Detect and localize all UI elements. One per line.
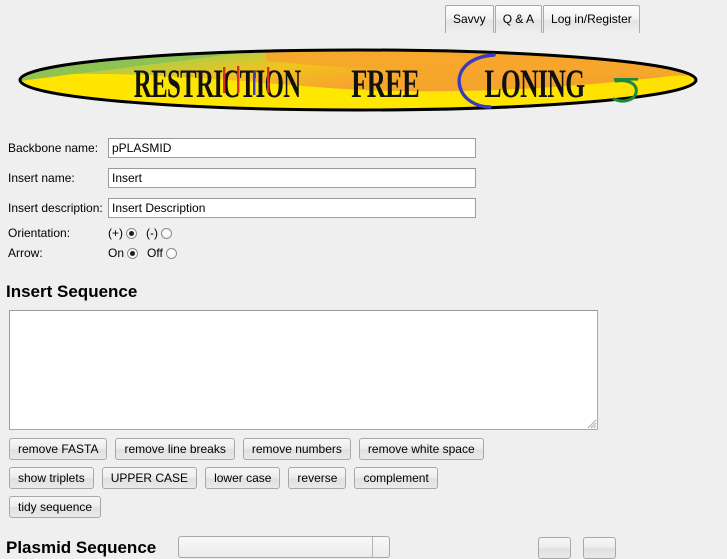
clone-parameters-form: Backbone name: Insert name: Insert descr… (0, 133, 727, 263)
top-navigation: Savvy Q & A Log in/Register (445, 5, 640, 33)
show-triplets-button[interactable]: show triplets (9, 467, 94, 489)
arrow-on-label: On (108, 246, 125, 260)
svg-text:FREE: FREE (351, 63, 419, 107)
nav-login-register[interactable]: Log in/Register (543, 5, 640, 33)
orientation-label: Orientation: (8, 226, 71, 240)
remove-white-space-button[interactable]: remove white space (358, 438, 484, 460)
remove-line-breaks-button[interactable]: remove line breaks (115, 438, 235, 460)
orientation-minus-radio[interactable] (161, 227, 172, 239)
reverse-button[interactable]: reverse (288, 467, 347, 489)
sequence-tool-buttons: remove FASTA remove line breaks remove n… (9, 438, 609, 525)
form-row-backbone-name: Backbone name: (0, 133, 727, 163)
insert-sequence-textarea[interactable] (9, 310, 598, 430)
arrow-off-label: Off (147, 246, 163, 260)
plasmid-preset-select[interactable] (178, 536, 390, 558)
complement-button[interactable]: complement (354, 467, 438, 489)
backbone-name-label: Backbone name: (8, 141, 99, 155)
orientation-radio-group: (+) (-) (108, 226, 172, 240)
remove-fasta-button[interactable]: remove FASTA (9, 438, 108, 460)
restriction-free-cloning-logo-icon: RESTRICTION FREE LONING (18, 48, 698, 112)
form-row-arrow: Arrow: On Off (0, 243, 727, 263)
backbone-name-input[interactable] (108, 138, 476, 158)
insert-description-label: Insert description: (8, 201, 103, 215)
nav-savvy[interactable]: Savvy (445, 5, 494, 33)
plasmid-sequence-heading: Plasmid Sequence (6, 538, 157, 557)
form-row-orientation: Orientation: (+) (-) (0, 223, 727, 243)
insert-name-input[interactable] (108, 168, 476, 188)
tool-button-row-1: remove FASTA remove line breaks remove n… (9, 438, 609, 460)
orientation-minus-label: (-) (146, 226, 158, 240)
plasmid-action-button-2[interactable] (583, 537, 616, 559)
insert-description-input[interactable] (108, 198, 476, 218)
form-row-insert-name: Insert name: (0, 163, 727, 193)
tool-button-row-2: show triplets UPPER CASE lower case reve… (9, 467, 609, 489)
orientation-plus-label: (+) (108, 226, 123, 240)
site-logo-banner: RESTRICTION FREE LONING (16, 45, 700, 115)
svg-text:RESTRICTION: RESTRICTION (134, 62, 301, 106)
tidy-sequence-button[interactable]: tidy sequence (9, 496, 102, 518)
insert-name-label: Insert name: (8, 171, 75, 185)
chevron-down-icon (372, 537, 389, 557)
orientation-plus-radio[interactable] (126, 227, 137, 239)
insert-sequence-heading: Insert Sequence (6, 282, 138, 301)
arrow-label: Arrow: (8, 246, 43, 260)
svg-text:LONING: LONING (484, 62, 585, 106)
upper-case-button[interactable]: UPPER CASE (101, 467, 198, 489)
tool-button-row-3: tidy sequence (9, 496, 609, 518)
arrow-radio-group: On Off (108, 246, 177, 260)
plasmid-action-button-1[interactable] (538, 537, 571, 559)
lower-case-button[interactable]: lower case (205, 467, 281, 489)
arrow-off-radio[interactable] (165, 247, 177, 259)
remove-numbers-button[interactable]: remove numbers (242, 438, 351, 460)
arrow-on-radio[interactable] (127, 247, 139, 259)
form-row-insert-description: Insert description: (0, 193, 727, 223)
nav-qa[interactable]: Q & A (494, 5, 543, 33)
